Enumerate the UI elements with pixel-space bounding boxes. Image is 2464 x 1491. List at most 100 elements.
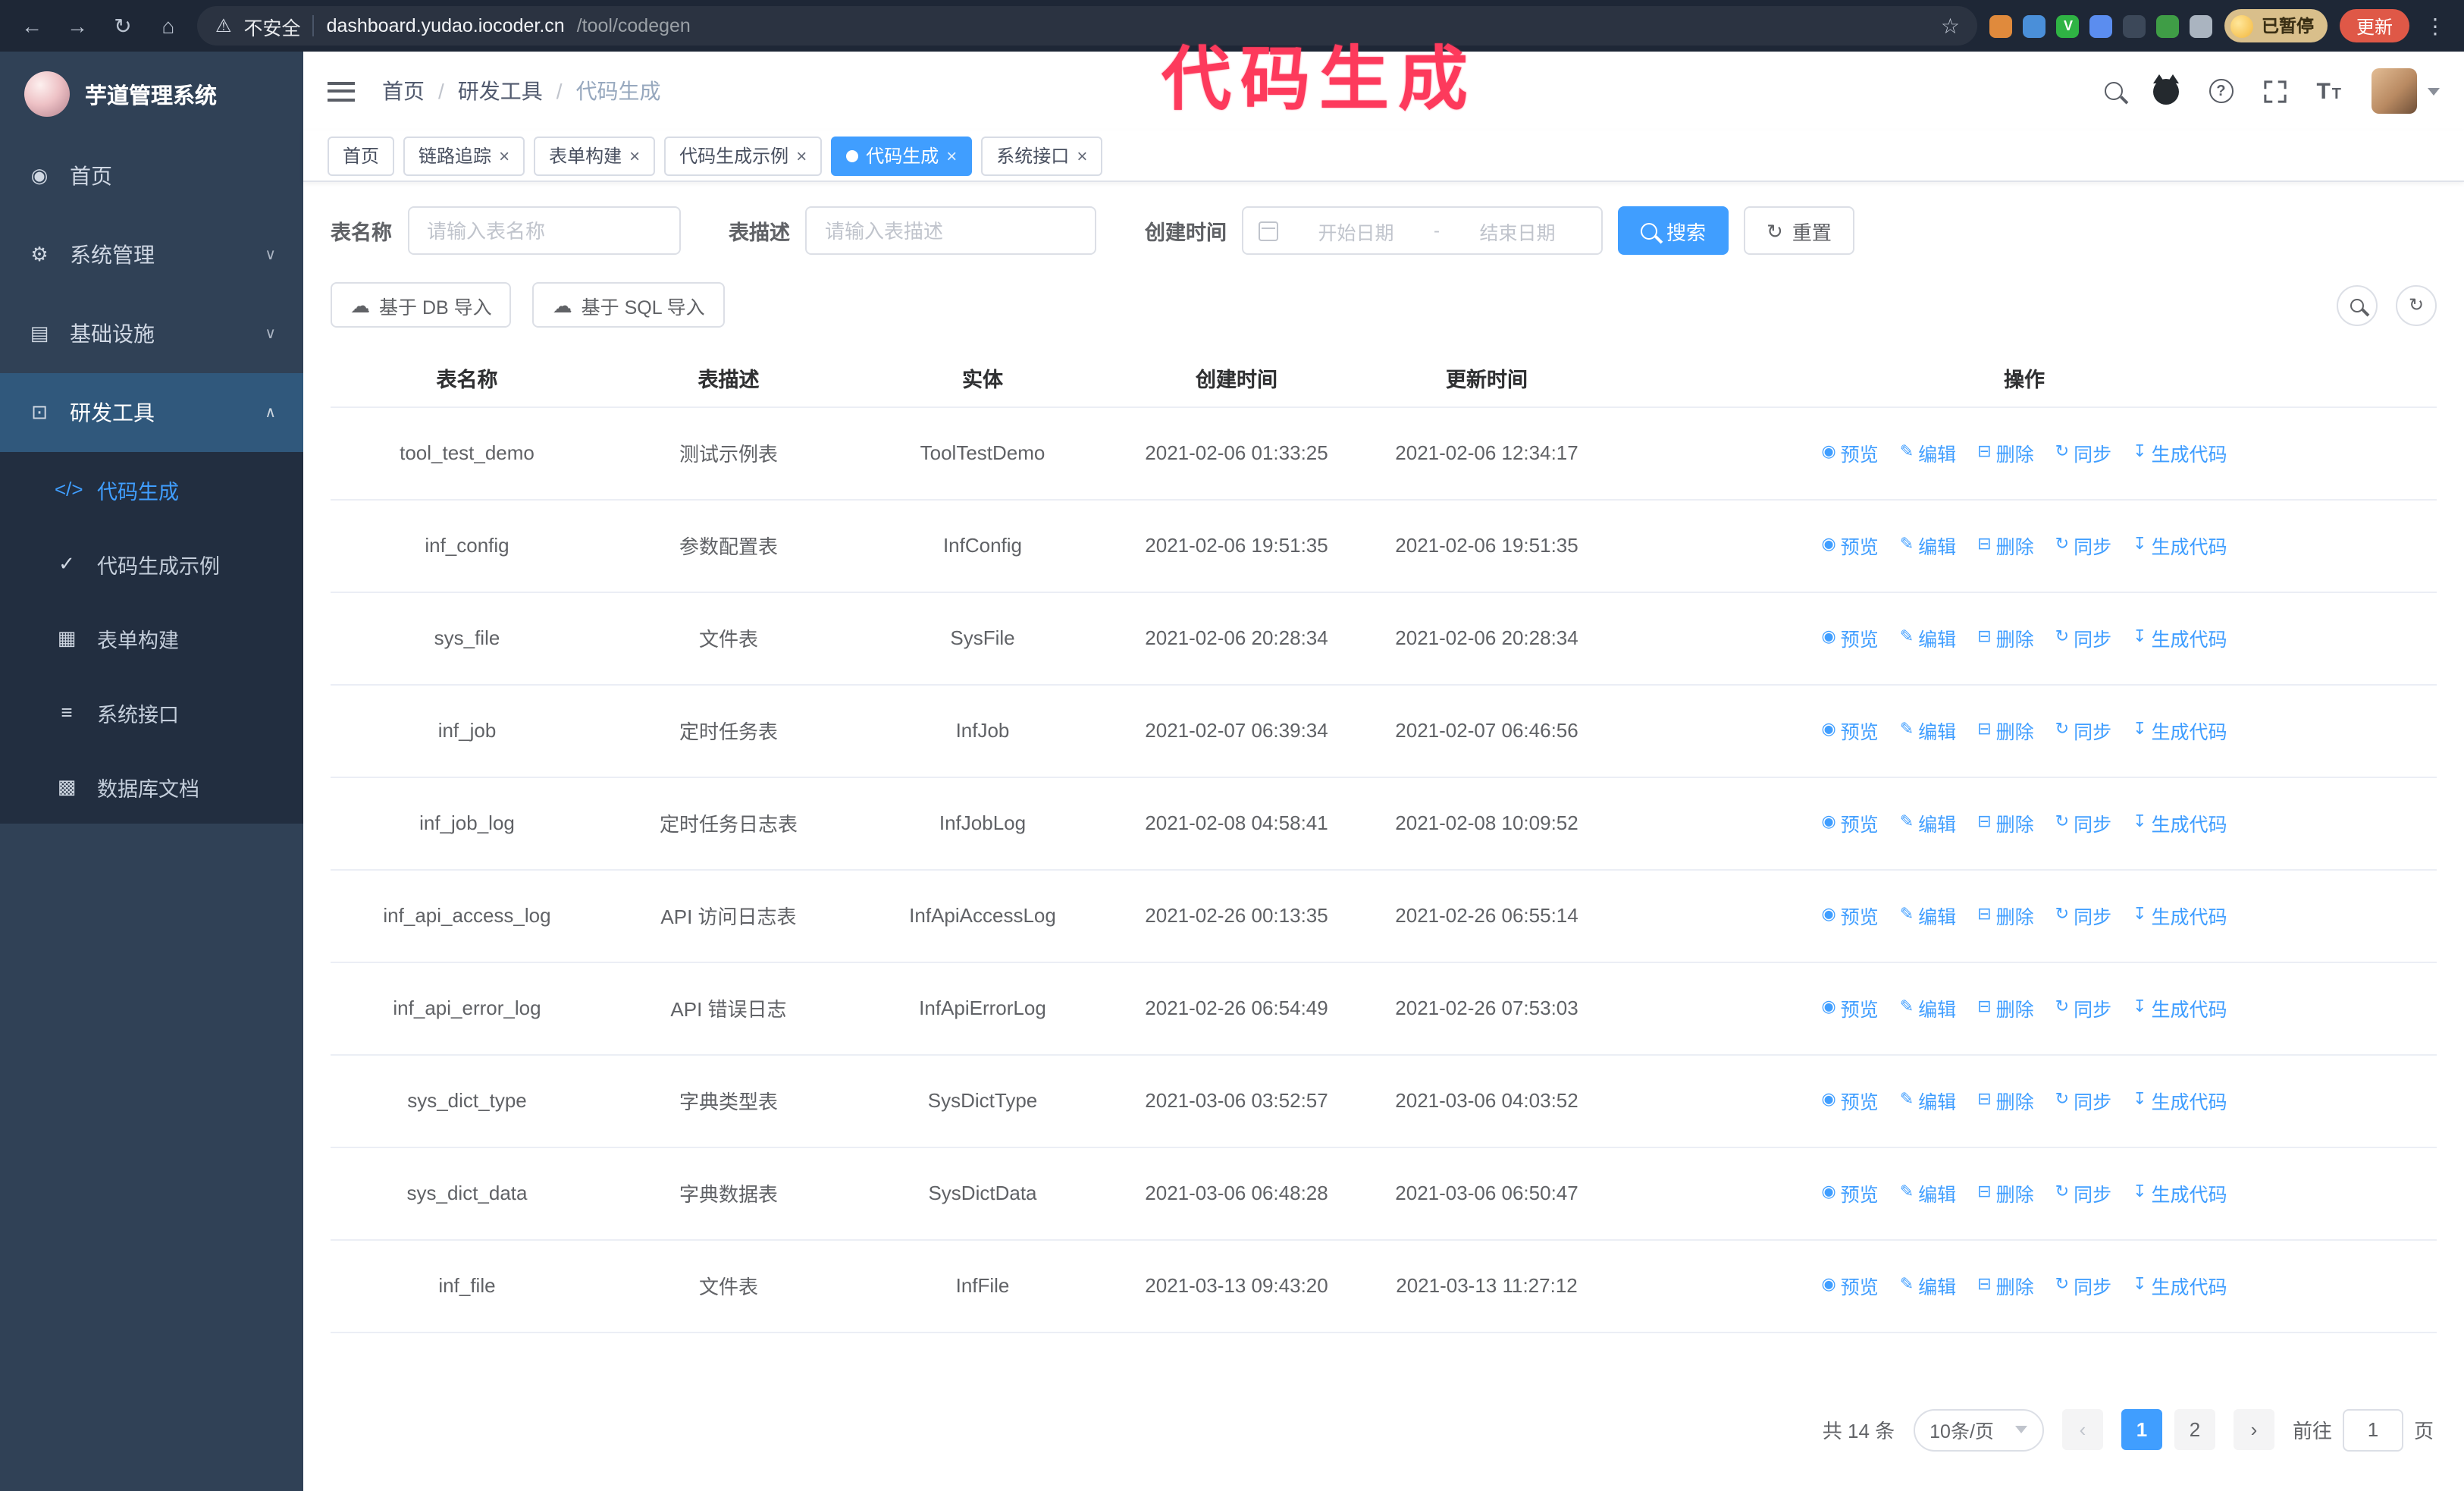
home-browser-icon[interactable]: ⌂ [152, 9, 185, 42]
delete-link[interactable]: ⊟ 删除 [1977, 623, 2033, 652]
close-icon[interactable]: × [1077, 146, 1087, 165]
tab-form-builder[interactable]: 表单构建 × [534, 136, 656, 175]
font-size-icon[interactable]: TT [2316, 80, 2341, 102]
reset-button[interactable]: ↻ 重置 [1744, 206, 1854, 255]
delete-link[interactable]: ⊟ 删除 [1977, 993, 2033, 1022]
extension-icon-2[interactable] [2023, 14, 2046, 37]
extension-icon-7[interactable] [2190, 14, 2213, 37]
preview-link[interactable]: ◉ 预览 [1821, 1271, 1878, 1300]
preview-link[interactable]: ◉ 预览 [1821, 531, 1878, 560]
delete-link[interactable]: ⊟ 删除 [1977, 1271, 2033, 1300]
sidebar-toggle-icon[interactable] [328, 81, 355, 101]
preview-link[interactable]: ◉ 预览 [1821, 716, 1878, 745]
extension-icon-4[interactable] [2089, 14, 2113, 37]
create-time-range-picker[interactable]: 开始日期 - 结束日期 [1242, 206, 1603, 255]
reload-icon[interactable]: ↻ [106, 9, 140, 42]
sync-link[interactable]: ↻ 同步 [2055, 623, 2111, 652]
sidebar-item-codegen[interactable]: </> 代码生成 [0, 452, 303, 526]
preview-link[interactable]: ◉ 预览 [1821, 901, 1878, 930]
generate-code-link[interactable]: ↧ 生成代码 [2133, 438, 2227, 467]
import-db-button[interactable]: ☁ 基于 DB 导入 [331, 282, 512, 328]
sync-link[interactable]: ↻ 同步 [2055, 1086, 2111, 1115]
delete-link[interactable]: ⊟ 删除 [1977, 716, 2033, 745]
generate-code-link[interactable]: ↧ 生成代码 [2133, 623, 2227, 652]
user-menu[interactable] [2372, 68, 2440, 114]
edit-link[interactable]: ✎ 编辑 [1900, 993, 1956, 1022]
generate-code-link[interactable]: ↧ 生成代码 [2133, 901, 2227, 930]
import-sql-button[interactable]: ☁ 基于 SQL 导入 [532, 282, 725, 328]
edit-link[interactable]: ✎ 编辑 [1900, 1271, 1956, 1300]
preview-link[interactable]: ◉ 预览 [1821, 438, 1878, 467]
delete-link[interactable]: ⊟ 删除 [1977, 901, 2033, 930]
sidebar-item-home[interactable]: ◉ 首页 [0, 137, 303, 215]
table-desc-input[interactable] [805, 206, 1096, 255]
sync-link[interactable]: ↻ 同步 [2055, 1179, 2111, 1207]
close-icon[interactable]: × [499, 146, 509, 165]
tab-codegen-example[interactable]: 代码生成示例 × [664, 136, 823, 175]
preview-link[interactable]: ◉ 预览 [1821, 993, 1878, 1022]
sidebar-item-system-mgmt[interactable]: ⚙ 系统管理 ∨ [0, 215, 303, 294]
profile-chip[interactable]: 已暂停 [2224, 9, 2328, 42]
close-icon[interactable]: × [629, 146, 640, 165]
generate-code-link[interactable]: ↧ 生成代码 [2133, 1179, 2227, 1207]
sidebar-item-form-builder[interactable]: ▦ 表单构建 [0, 601, 303, 675]
edit-link[interactable]: ✎ 编辑 [1900, 531, 1956, 560]
close-icon[interactable]: × [946, 146, 957, 165]
sync-link[interactable]: ↻ 同步 [2055, 993, 2111, 1022]
breadcrumb-item-home[interactable]: 首页 [382, 76, 425, 106]
sync-link[interactable]: ↻ 同步 [2055, 531, 2111, 560]
edit-link[interactable]: ✎ 编辑 [1900, 1179, 1956, 1207]
edit-link[interactable]: ✎ 编辑 [1900, 623, 1956, 652]
end-date-placeholder[interactable]: 结束日期 [1449, 216, 1586, 245]
sidebar-item-codegen-example[interactable]: ✓ 代码生成示例 [0, 526, 303, 601]
fullscreen-icon[interactable] [2263, 80, 2287, 102]
close-icon[interactable]: × [796, 146, 807, 165]
preview-link[interactable]: ◉ 预览 [1821, 1179, 1878, 1207]
edit-link[interactable]: ✎ 编辑 [1900, 716, 1956, 745]
forward-icon[interactable]: → [61, 9, 94, 42]
address-bar[interactable]: ⚠ 不安全 dashboard.yudao.iocoder.cn/tool/co… [197, 6, 1978, 46]
generate-code-link[interactable]: ↧ 生成代码 [2133, 1086, 2227, 1115]
sidebar-item-infra[interactable]: ▤ 基础设施 ∨ [0, 294, 303, 373]
tab-tracer[interactable]: 链路追踪 × [403, 136, 525, 175]
edit-link[interactable]: ✎ 编辑 [1900, 901, 1956, 930]
delete-link[interactable]: ⊟ 删除 [1977, 531, 2033, 560]
sync-link[interactable]: ↻ 同步 [2055, 808, 2111, 837]
delete-link[interactable]: ⊟ 删除 [1977, 808, 2033, 837]
sidebar-item-system-api[interactable]: ≡ 系统接口 [0, 675, 303, 749]
tab-codegen[interactable]: 代码生成 × [831, 136, 973, 175]
sync-link[interactable]: ↻ 同步 [2055, 438, 2111, 467]
page-button-1[interactable]: 1 [2121, 1409, 2162, 1450]
app-logo[interactable]: 芋道管理系统 [0, 52, 303, 137]
prev-page-button[interactable]: ‹ [2061, 1409, 2103, 1450]
sidebar-item-db-doc[interactable]: ▩ 数据库文档 [0, 749, 303, 824]
edit-link[interactable]: ✎ 编辑 [1900, 1086, 1956, 1115]
browser-menu-icon[interactable]: ⋮ [2422, 13, 2449, 39]
sync-link[interactable]: ↻ 同步 [2055, 901, 2111, 930]
start-date-placeholder[interactable]: 开始日期 [1287, 216, 1425, 245]
edit-link[interactable]: ✎ 编辑 [1900, 438, 1956, 467]
generate-code-link[interactable]: ↧ 生成代码 [2133, 716, 2227, 745]
generate-code-link[interactable]: ↧ 生成代码 [2133, 993, 2227, 1022]
goto-page-input[interactable] [2342, 1408, 2403, 1451]
search-icon[interactable] [2104, 82, 2123, 100]
search-toggle-button[interactable] [2337, 284, 2378, 325]
help-icon[interactable]: ? [2209, 79, 2234, 103]
bookmark-star-icon[interactable]: ☆ [1941, 13, 1960, 39]
breadcrumb-item-devtools[interactable]: 研发工具 [458, 76, 543, 106]
delete-link[interactable]: ⊟ 删除 [1977, 1086, 2033, 1115]
page-button-2[interactable]: 2 [2174, 1409, 2215, 1450]
extension-icon-3[interactable]: V [2056, 14, 2080, 37]
delete-link[interactable]: ⊟ 删除 [1977, 438, 2033, 467]
generate-code-link[interactable]: ↧ 生成代码 [2133, 1271, 2227, 1300]
github-icon[interactable] [2152, 74, 2179, 104]
tab-home[interactable]: 首页 [328, 136, 395, 175]
delete-link[interactable]: ⊟ 删除 [1977, 1179, 2033, 1207]
table-name-input[interactable] [407, 206, 680, 255]
back-icon[interactable]: ← [15, 9, 49, 42]
sidebar-item-devtools[interactable]: ⊡ 研发工具 ∧ [0, 373, 303, 452]
browser-update-button[interactable]: 更新 [2339, 9, 2409, 42]
extension-icon-5[interactable] [2123, 14, 2146, 37]
extension-icon-1[interactable] [1989, 14, 2013, 37]
extension-icon-6[interactable] [2156, 14, 2180, 37]
